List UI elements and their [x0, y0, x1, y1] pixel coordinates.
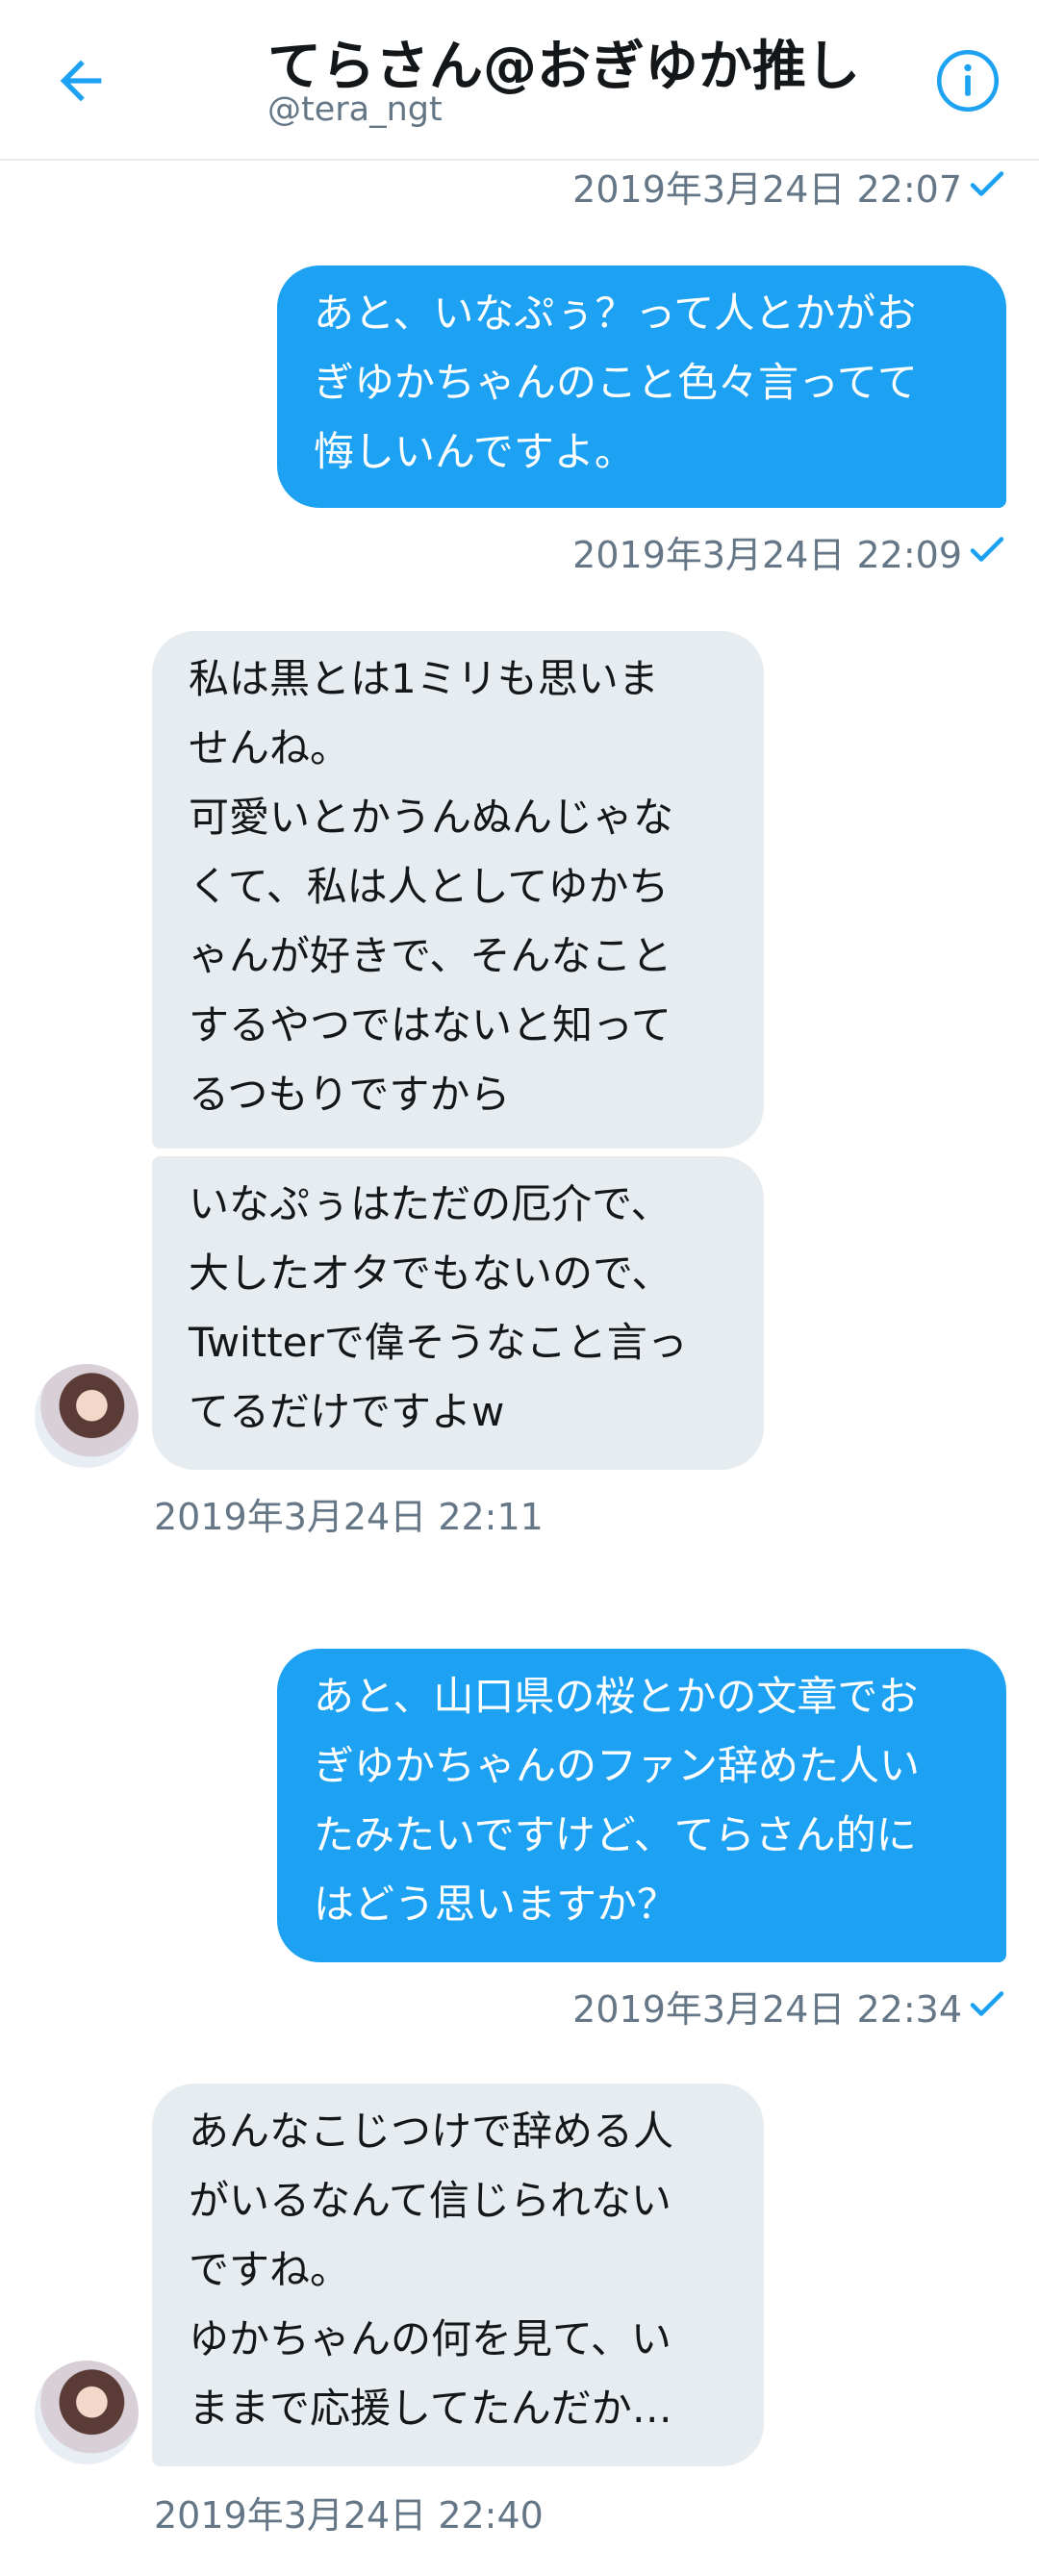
- received-message-bubble[interactable]: いなぷぅはただの厄介で、 大したオタでもないので、 Twitterで偉そうなこと…: [152, 1156, 764, 1470]
- conversation-header: てらさん@おぎゆか推し @tera_ngt: [0, 0, 1039, 161]
- read-check-icon: [970, 537, 1004, 562]
- sender-avatar[interactable]: [35, 1364, 139, 1468]
- read-check-icon: [970, 1991, 1004, 2016]
- message-timestamp: 2019年3月24日 22:11: [154, 1496, 544, 1538]
- message-timestamp: 2019年3月24日 22:09: [572, 534, 962, 576]
- arrow-left-icon[interactable]: [50, 50, 112, 112]
- read-check-icon: [970, 171, 1004, 196]
- conversation-title: てらさん@おぎゆか推し: [267, 36, 860, 98]
- sender-avatar[interactable]: [35, 2361, 139, 2464]
- message-timestamp: 2019年3月24日 22:40: [154, 2494, 544, 2537]
- received-message-bubble[interactable]: あんなこじつけで辞める人 がいるなんて信じられない ですね。 ゆかちゃんの何を見…: [152, 2084, 764, 2466]
- sent-message-bubble[interactable]: あと、山口県の桜とかの文章でお ぎゆかちゃんのファン辞めた人い たみたいですけど…: [277, 1649, 1006, 1962]
- info-icon[interactable]: [935, 48, 1001, 114]
- conversation-handle: @tera_ngt: [267, 90, 443, 129]
- message-timestamp: 2019年3月24日 22:07: [572, 168, 962, 211]
- sent-message-bubble[interactable]: あと、いなぷぅ？って人とかがお ぎゆかちゃんのこと色々言ってて 悔しいんですよ。: [277, 265, 1006, 508]
- received-message-bubble[interactable]: 私は黒とは1ミリも思いま せんね。 可愛いとかうんぬんじゃな くて、私は人として…: [152, 631, 764, 1149]
- message-timestamp: 2019年3月24日 22:34: [572, 1988, 962, 2031]
